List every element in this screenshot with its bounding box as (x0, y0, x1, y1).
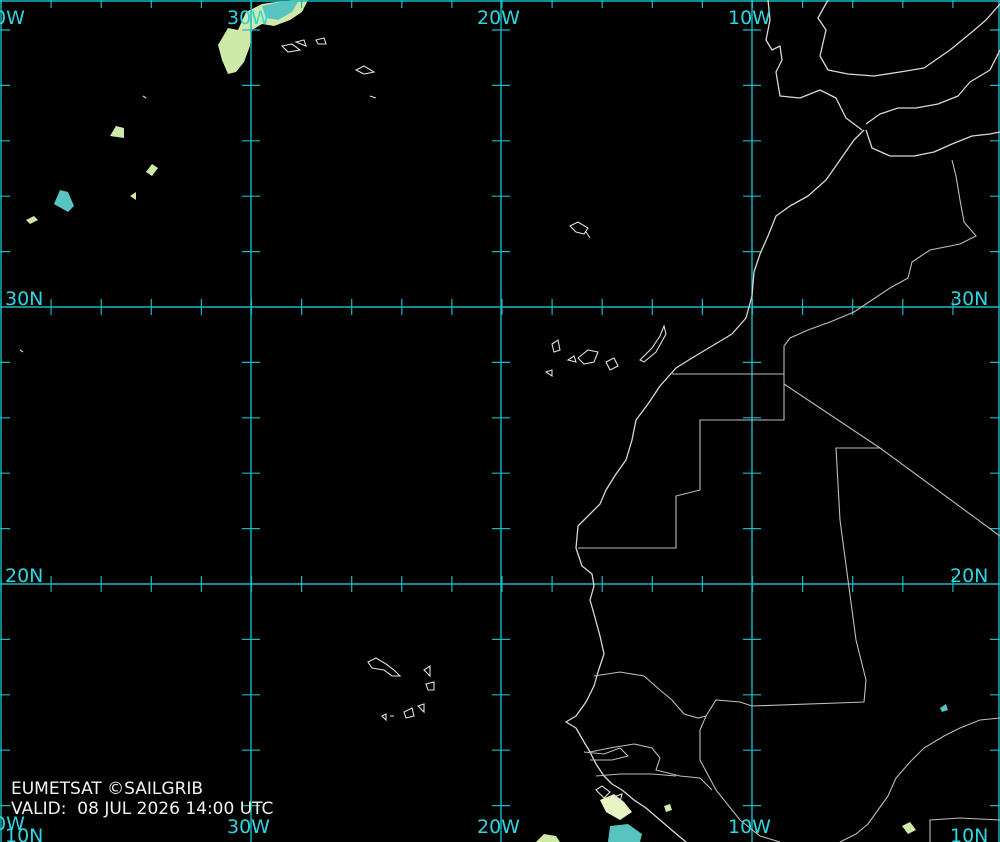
label-20w-top: 20W (477, 7, 520, 29)
label-10w-top: 10W (728, 7, 771, 29)
label-10w-bottom: 10W (728, 816, 771, 838)
credit-source: EUMETSAT ©SAILGRIB (11, 779, 204, 799)
label-20n-right: 20N (950, 565, 988, 587)
label-10n-bottom-right: 10N (950, 825, 988, 842)
label-30n-left: 30N (5, 288, 43, 310)
label-0w-top-partial: 0W (0, 7, 25, 29)
label-20n-left: 20N (5, 565, 43, 587)
satellite-map: 30W 20W 10W 0W 30N 30N 20N 20N 30W 20W 1… (0, 0, 1000, 842)
map-background (0, 0, 1000, 842)
label-30w-top: 30W (227, 7, 270, 29)
credit-valid-time: VALID: 08 JUL 2026 14:00 UTC (11, 799, 274, 819)
label-20w-bottom: 20W (477, 816, 520, 838)
label-30n-right: 30N (950, 288, 988, 310)
label-10n-bottom-left: 10N (5, 825, 43, 842)
label-30w-bottom: 30W (227, 816, 270, 838)
